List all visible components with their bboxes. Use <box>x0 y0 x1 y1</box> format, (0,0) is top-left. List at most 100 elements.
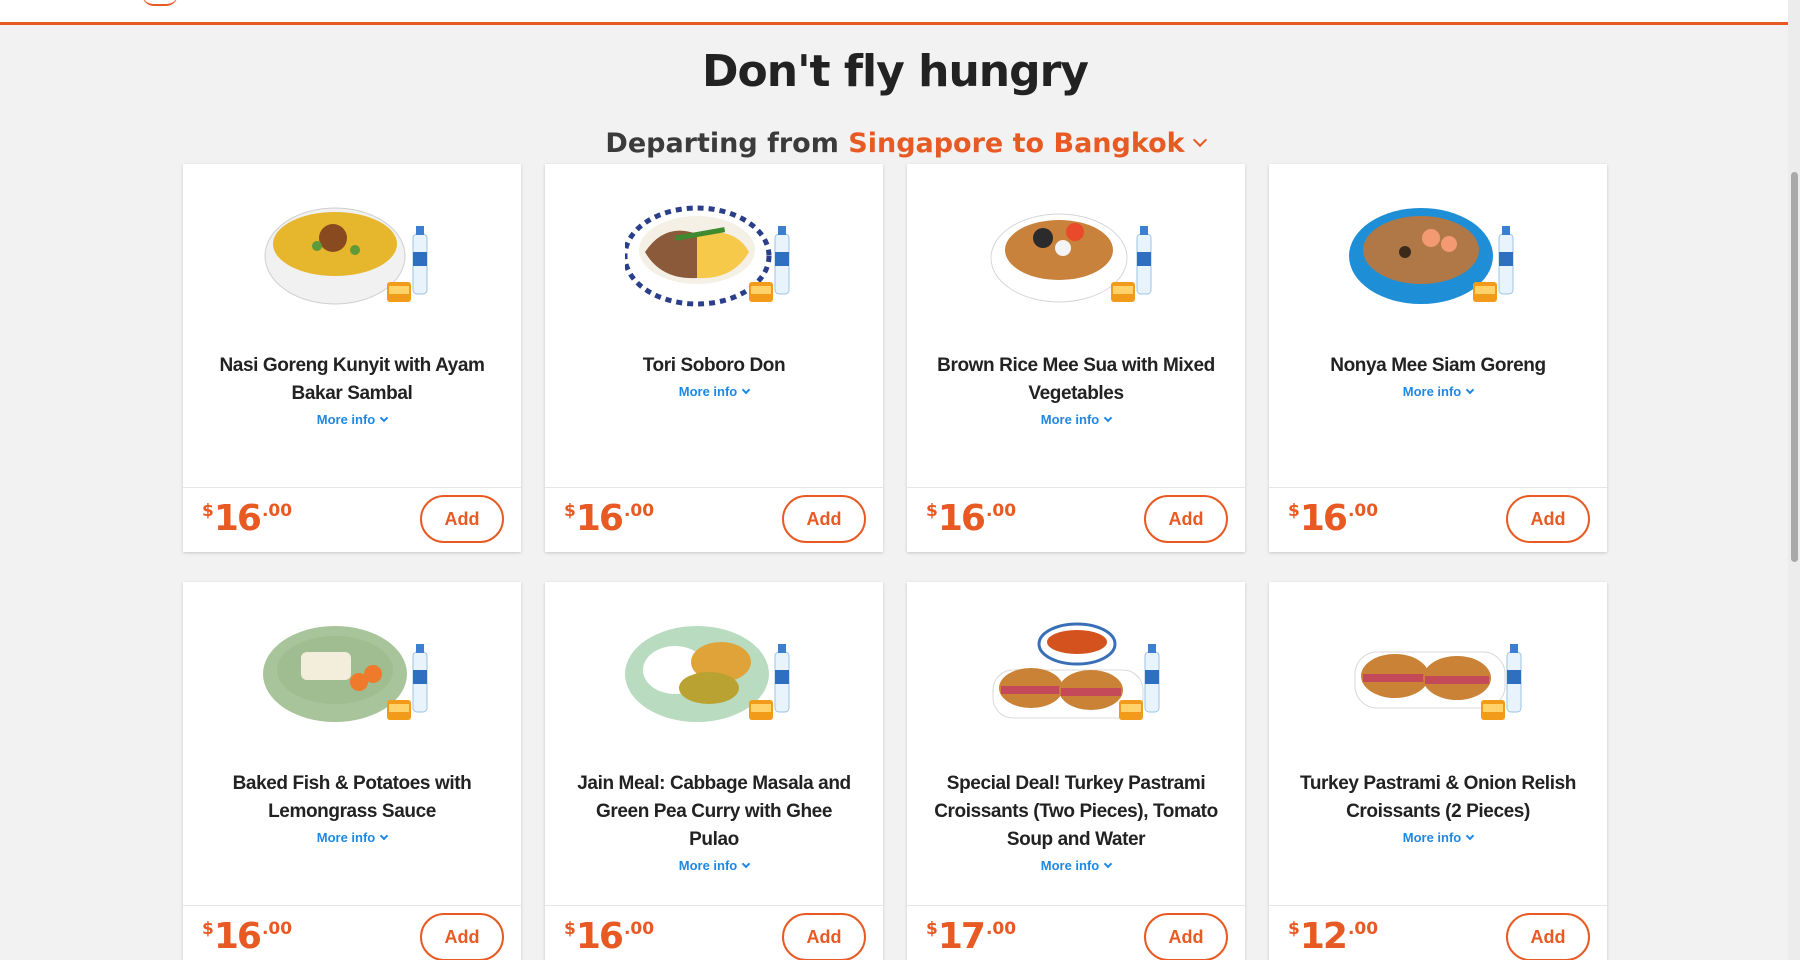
route-selector[interactable]: Singapore to Bangkok <box>848 128 1207 159</box>
scrollbar-thumb[interactable] <box>1791 172 1798 562</box>
meal-name-block: Nonya Mee Siam Goreng More info <box>1293 352 1583 401</box>
price-currency: $ <box>564 919 576 939</box>
meal-price: $16.00 <box>202 498 292 539</box>
meal-card: Special Deal! Turkey Pastrami Croissants… <box>907 582 1245 960</box>
price-amount: 16 <box>937 498 986 539</box>
more-info-link[interactable]: More info <box>931 857 1221 875</box>
meal-name: Baked Fish & Potatoes with Lemongrass Sa… <box>232 773 472 822</box>
chevron-down-icon <box>1104 413 1113 423</box>
price-cents: .00 <box>623 919 655 939</box>
price-amount: 17 <box>937 916 986 957</box>
card-footer: $12.00 Add <box>1269 905 1607 960</box>
add-button[interactable]: Add <box>420 913 504 960</box>
meal-name: Jain Meal: Cabbage Masala and Green Pea … <box>577 773 851 850</box>
more-info-link[interactable]: More info <box>1293 383 1583 401</box>
chevron-down-icon <box>1104 859 1113 869</box>
more-info-link[interactable]: More info <box>1293 829 1583 847</box>
meal-name: Nonya Mee Siam Goreng <box>1330 355 1546 376</box>
more-info-link[interactable]: More info <box>569 857 859 875</box>
meal-name: Tori Soboro Don <box>642 355 786 376</box>
meal-price: $16.00 <box>564 916 654 957</box>
card-footer: $16.00 Add <box>183 905 521 960</box>
chevron-down-icon <box>742 859 751 869</box>
card-footer: $16.00 Add <box>907 487 1245 552</box>
page: Don't fly hungry Departing from Singapor… <box>0 0 1800 960</box>
route-selector-line: Departing from Singapore to Bangkok <box>0 128 1800 159</box>
more-info-link[interactable]: More info <box>931 411 1221 429</box>
card-footer: $16.00 Add <box>1269 487 1607 552</box>
meal-price: $16.00 <box>926 498 1016 539</box>
chevron-down-icon <box>1192 132 1207 148</box>
meal-card: Jain Meal: Cabbage Masala and Green Pea … <box>545 582 883 960</box>
meal-price: $16.00 <box>1288 498 1378 539</box>
more-info-link[interactable]: More info <box>569 383 859 401</box>
card-footer: $17.00 Add <box>907 905 1245 960</box>
add-button[interactable]: Add <box>782 913 866 960</box>
chevron-down-icon <box>380 831 389 841</box>
price-amount: 16 <box>575 916 624 957</box>
add-button[interactable]: Add <box>782 495 866 543</box>
price-currency: $ <box>1288 501 1300 521</box>
price-amount: 16 <box>213 916 262 957</box>
more-info-link[interactable]: More info <box>207 411 497 429</box>
meal-name: Special Deal! Turkey Pastrami Croissants… <box>934 773 1218 850</box>
meal-name: Nasi Goreng Kunyit with Ayam Bakar Samba… <box>219 355 485 404</box>
meal-card: Tori Soboro Don More info $16.00 Add <box>545 164 883 552</box>
route-label: Singapore to Bangkok <box>848 128 1185 159</box>
meal-name-block: Special Deal! Turkey Pastrami Croissants… <box>931 770 1221 875</box>
price-amount: 12 <box>1299 916 1348 957</box>
price-cents: .00 <box>623 501 655 521</box>
meal-card: Nasi Goreng Kunyit with Ayam Bakar Samba… <box>183 164 521 552</box>
price-cents: .00 <box>261 501 293 521</box>
top-navigation-bar <box>0 0 1790 25</box>
add-button[interactable]: Add <box>1144 495 1228 543</box>
more-info-label: More info <box>1040 412 1100 427</box>
more-info-label: More info <box>316 412 376 427</box>
add-button[interactable]: Add <box>420 495 504 543</box>
departing-label: Departing from <box>605 128 839 159</box>
meal-image <box>992 622 1160 720</box>
price-currency: $ <box>926 919 938 939</box>
price-cents: .00 <box>985 501 1017 521</box>
meal-name-block: Tori Soboro Don More info <box>569 352 859 401</box>
meal-name-block: Brown Rice Mee Sua with Mixed Vegetables… <box>931 352 1221 429</box>
meal-name-block: Turkey Pastrami & Onion Relish Croissant… <box>1293 770 1583 847</box>
meal-image <box>625 205 790 307</box>
meal-image <box>264 207 428 305</box>
meal-image <box>625 626 790 722</box>
meal-image <box>1349 208 1514 304</box>
meal-price: $16.00 <box>564 498 654 539</box>
meal-image <box>990 213 1152 303</box>
price-cents: .00 <box>1347 501 1379 521</box>
scrollbar[interactable] <box>1788 0 1800 960</box>
more-info-label: More info <box>316 830 376 845</box>
price-amount: 16 <box>213 498 262 539</box>
price-currency: $ <box>564 501 576 521</box>
page-title: Don't fly hungry <box>702 46 1089 97</box>
more-info-label: More info <box>1040 858 1100 873</box>
price-cents: .00 <box>985 919 1017 939</box>
price-currency: $ <box>926 501 938 521</box>
meal-card: Nonya Mee Siam Goreng More info $16.00 A… <box>1269 164 1607 552</box>
chevron-down-icon <box>1466 385 1475 395</box>
meal-name-block: Baked Fish & Potatoes with Lemongrass Sa… <box>207 770 497 847</box>
logo[interactable] <box>142 0 178 6</box>
chevron-down-icon <box>380 413 389 423</box>
meal-name: Turkey Pastrami & Onion Relish Croissant… <box>1300 773 1576 822</box>
price-cents: .00 <box>261 919 293 939</box>
add-button[interactable]: Add <box>1144 913 1228 960</box>
meal-image <box>263 626 428 722</box>
add-button[interactable]: Add <box>1506 495 1590 543</box>
price-currency: $ <box>202 501 214 521</box>
price-amount: 16 <box>575 498 624 539</box>
add-button[interactable]: Add <box>1506 913 1590 960</box>
meal-image <box>1354 644 1522 720</box>
price-currency: $ <box>1288 919 1300 939</box>
meal-card: Baked Fish & Potatoes with Lemongrass Sa… <box>183 582 521 960</box>
more-info-link[interactable]: More info <box>207 829 497 847</box>
more-info-label: More info <box>678 858 738 873</box>
more-info-label: More info <box>678 384 738 399</box>
card-footer: $16.00 Add <box>183 487 521 552</box>
meal-card: Brown Rice Mee Sua with Mixed Vegetables… <box>907 164 1245 552</box>
meal-name-block: Nasi Goreng Kunyit with Ayam Bakar Samba… <box>207 352 497 429</box>
